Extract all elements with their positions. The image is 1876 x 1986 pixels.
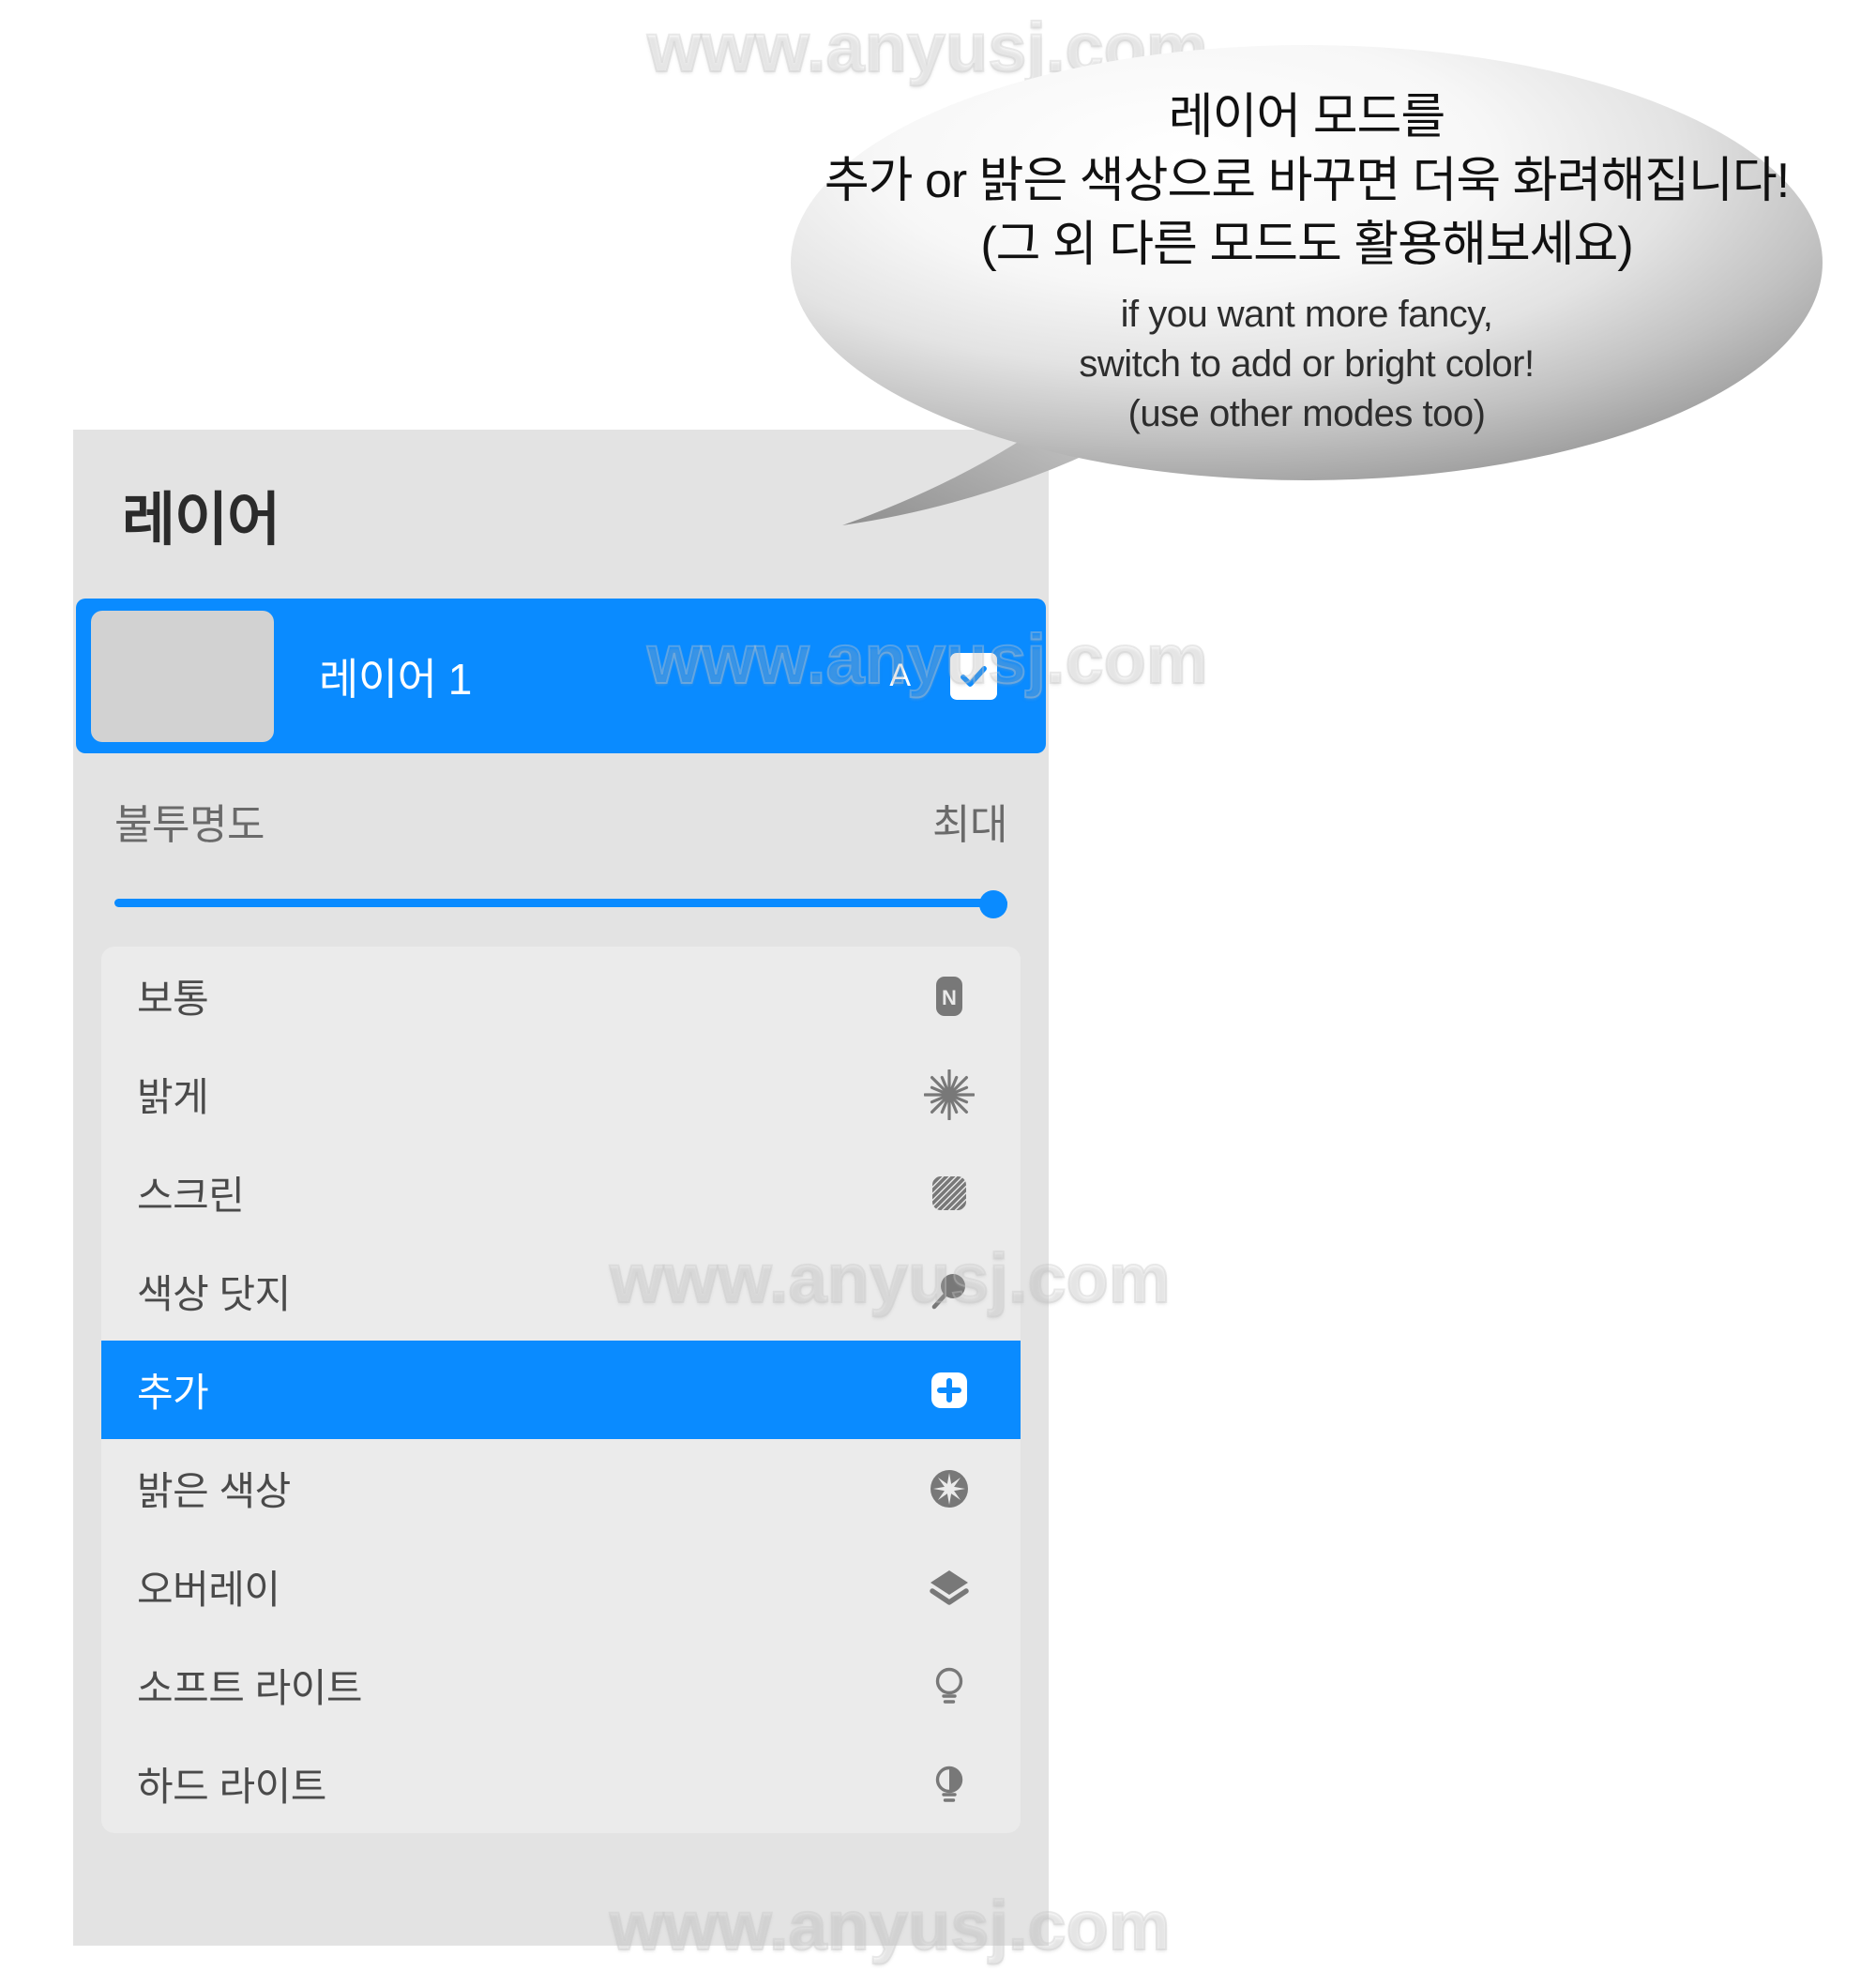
- opacity-header: 불투명도 최대: [114, 791, 1007, 851]
- callout-text: 레이어 모드를 추가 or 밝은 색상으로 바꾸면 더욱 화려해집니다! (그 …: [786, 38, 1827, 488]
- blend-mode-item[interactable]: 보통 N: [101, 947, 1021, 1045]
- callout-ko-line-1: 레이어 모드를: [1168, 90, 1445, 145]
- blend-mode-item[interactable]: 소프트 라이트: [101, 1636, 1021, 1735]
- magnifier-icon: [923, 1266, 976, 1318]
- callout-bubble: 레이어 모드를 추가 or 밝은 색상으로 바꾸면 더욱 화려해집니다! (그 …: [786, 38, 1827, 563]
- blend-mode-list: 보통 N 밝게스크린색상 닷지추가밝은 색상오버레이소프트 라이트하드 라이트: [101, 947, 1021, 1833]
- blend-mode-item[interactable]: 스크린: [101, 1144, 1021, 1242]
- callout-en-line-3: (use other modes too): [1127, 392, 1486, 434]
- layer-list-item[interactable]: 레이어 1 A: [76, 599, 1046, 753]
- blend-mode-item[interactable]: 색상 닷지: [101, 1242, 1021, 1341]
- blend-mode-label: 밝은 색상: [137, 1469, 291, 1513]
- svg-text:N: N: [942, 986, 957, 1009]
- slider-knob[interactable]: [979, 890, 1007, 918]
- normal-n-icon: N: [923, 970, 976, 1023]
- layers-icon: [923, 1561, 976, 1614]
- blend-mode-label: 스크린: [137, 1174, 245, 1218]
- plus-square-icon: [923, 1364, 976, 1417]
- blend-mode-label: 소프트 라이트: [137, 1666, 363, 1710]
- callout-ko-line-3: (그 외 다른 모드도 활용해보세요): [980, 217, 1633, 272]
- layer-visibility-checkbox[interactable]: [950, 652, 997, 700]
- blend-mode-item[interactable]: 추가: [101, 1341, 1021, 1439]
- opacity-slider[interactable]: [114, 890, 1007, 918]
- blend-mode-item[interactable]: 밝게: [101, 1045, 1021, 1144]
- starburst-icon: [923, 1069, 976, 1121]
- blend-mode-label: 오버레이: [137, 1568, 280, 1612]
- checkmark-icon: [961, 665, 987, 687]
- alpha-lock-label[interactable]: A: [889, 658, 911, 694]
- opacity-value: 최대: [932, 802, 1007, 848]
- callout-ko-line-2: 추가 or 밝은 색상으로 바꾸면 더욱 화려해집니다!: [824, 154, 1790, 208]
- blend-mode-item[interactable]: 오버레이: [101, 1538, 1021, 1636]
- callout-en-line-2: switch to add or bright color!: [1079, 342, 1535, 385]
- layer-name-label: 레이어 1: [319, 654, 472, 704]
- blend-mode-label: 보통: [137, 977, 209, 1021]
- blend-mode-item[interactable]: 밝은 색상: [101, 1439, 1021, 1538]
- blend-mode-label: 밝게: [137, 1075, 209, 1119]
- opacity-section: 불투명도 최대: [73, 753, 1049, 947]
- slider-track[interactable]: [114, 899, 1007, 907]
- page-title: 레이어: [122, 488, 280, 553]
- bulb-filled-icon: [923, 1758, 976, 1811]
- layers-panel: 레이어 레이어 1 A 불투명도 최대 보통 N 밝게스크린색상 닷지추가밝은 색상…: [73, 430, 1049, 1946]
- bulb-outline-icon: [923, 1660, 976, 1712]
- blend-mode-label: 하드 라이트: [137, 1765, 326, 1809]
- opacity-label: 불투명도: [114, 802, 265, 848]
- blend-mode-label: 색상 닷지: [137, 1272, 291, 1316]
- blend-mode-item[interactable]: 하드 라이트: [101, 1735, 1021, 1833]
- layer-thumbnail[interactable]: [91, 610, 274, 742]
- callout-en-line-1: if you want more fancy,: [1120, 294, 1493, 336]
- blend-mode-label: 추가: [137, 1371, 209, 1415]
- star-circle-icon: [923, 1463, 976, 1515]
- hatched-square-icon: [923, 1167, 976, 1220]
